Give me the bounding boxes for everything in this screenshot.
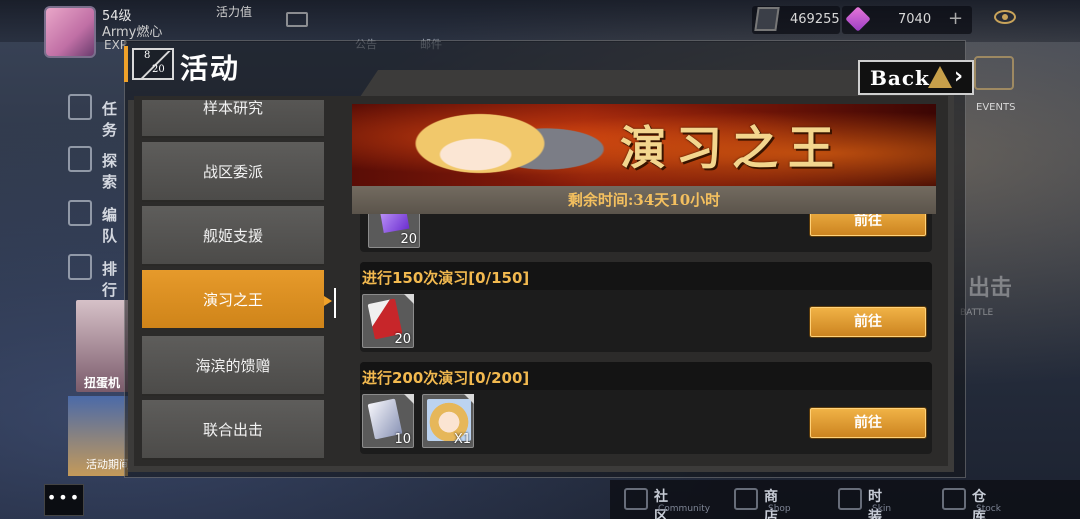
bg-menu-explore[interactable]: 探索 xyxy=(68,146,128,191)
back-button[interactable]: Back › xyxy=(858,60,974,95)
page-total: 20 xyxy=(152,64,165,75)
task-card: 20 前往 xyxy=(360,214,932,252)
events-icon[interactable] xyxy=(974,56,1014,90)
rank-icon xyxy=(68,254,92,280)
gacha-label: 扭蛋机 xyxy=(84,376,121,390)
battle-label[interactable]: 出击 xyxy=(968,270,1012,302)
go-button[interactable]: 前往 xyxy=(810,214,926,236)
community-icon xyxy=(624,488,648,510)
sidebar-item-ship-support[interactable]: 舰姬支援 xyxy=(142,206,324,266)
stock-icon xyxy=(942,488,966,510)
chevron-right-icon: › xyxy=(954,64,964,89)
bg-menu-formation[interactable]: 编队 xyxy=(68,200,128,245)
nav-label: 社区 xyxy=(654,489,668,519)
coin-icon xyxy=(754,7,780,31)
activity-sidebar: 样本研究 战区委派 舰姬支援 演习之王 海滨的馈赠 联合出击 xyxy=(142,100,332,460)
bg-menu-rank[interactable]: 排行 xyxy=(68,254,128,299)
scroll-indicator xyxy=(334,288,336,318)
explore-icon xyxy=(68,146,92,172)
triangle-icon xyxy=(928,66,952,88)
banner-title: 演习之王 xyxy=(620,121,844,175)
mail-icon[interactable] xyxy=(286,12,308,27)
go-button[interactable]: 前往 xyxy=(810,307,926,337)
more-button[interactable]: ••• xyxy=(44,484,84,516)
events-label: EVENTS xyxy=(976,102,1016,113)
header-accent xyxy=(124,46,128,82)
resource-value-1: 469255 xyxy=(790,12,840,27)
sidebar-item-joint-sortie[interactable]: 联合出击 xyxy=(142,400,324,460)
nav-sub: Shop xyxy=(768,504,791,514)
time-remaining: 剩余时间:34天10小时 xyxy=(352,186,936,214)
sidebar-item-zone-dispatch[interactable]: 战区委派 xyxy=(142,142,324,202)
task-card: 进行150次演习[0/150] 20 前往 xyxy=(360,262,932,352)
active-arrow-icon xyxy=(324,296,332,306)
task-card: 进行200次演习[0/200] 10 X1 前往 xyxy=(360,362,932,454)
bg-menu-task[interactable]: 任务 xyxy=(68,94,128,139)
formation-icon xyxy=(68,200,92,226)
reward-qty: 10 xyxy=(394,432,411,447)
corner-mark xyxy=(404,294,414,304)
nav-sub: Skin xyxy=(872,504,892,514)
sidebar-item-exercise-king[interactable]: 演习之王 xyxy=(142,270,324,330)
banner-character-art xyxy=(392,104,612,186)
plus-icon[interactable]: + xyxy=(948,8,963,29)
stamina-label: 活力值 xyxy=(216,5,253,19)
task-header: 进行150次演习[0/150] xyxy=(360,262,932,290)
corner-mark xyxy=(404,394,414,404)
resource-value-2: 7040 xyxy=(898,12,932,27)
player-avatar[interactable] xyxy=(44,6,96,58)
purple-crystal-icon xyxy=(378,214,410,234)
shop-icon xyxy=(734,488,758,510)
corner-mark xyxy=(464,394,474,404)
nav-label: 商店 xyxy=(764,489,778,519)
reward-slot[interactable]: X1 xyxy=(422,394,474,448)
bottom-nav: 社区 Community 商店 Shop 时装 Skin 仓库 Stock xyxy=(610,480,1080,519)
reward-qty: 20 xyxy=(394,332,411,347)
modal-title: 活动 xyxy=(180,52,241,85)
eye-icon[interactable] xyxy=(994,10,1016,24)
nav-sub: Stock xyxy=(976,504,1001,514)
task-icon xyxy=(68,94,92,120)
nav-sub: Community xyxy=(658,504,711,514)
task-list[interactable]: 20 前往 进行150次演习[0/150] 20 前往 进行200次演习[0/2… xyxy=(352,214,936,464)
go-button[interactable]: 前往 xyxy=(810,408,926,438)
back-label: Back xyxy=(870,66,930,90)
reward-qty: X1 xyxy=(453,432,471,447)
nav-label: 时装 xyxy=(868,489,882,519)
reward-slot[interactable]: 20 xyxy=(368,214,420,248)
sidebar-item-sample-research[interactable]: 样本研究 xyxy=(142,100,324,138)
nav-label: 仓库 xyxy=(972,489,986,519)
reward-qty: 20 xyxy=(400,232,417,247)
task-header: 进行200次演习[0/200] xyxy=(360,362,932,390)
reward-slot[interactable]: 20 xyxy=(362,294,414,348)
sidebar-item-seaside-gift[interactable]: 海滨的馈赠 xyxy=(142,336,324,396)
task-title: 进行200次演习[0/200] xyxy=(362,369,530,387)
reward-slot[interactable]: 10 xyxy=(362,394,414,448)
page-current: 8 xyxy=(144,50,151,61)
skin-icon xyxy=(838,488,862,510)
task-title: 进行150次演习[0/150] xyxy=(362,269,530,287)
